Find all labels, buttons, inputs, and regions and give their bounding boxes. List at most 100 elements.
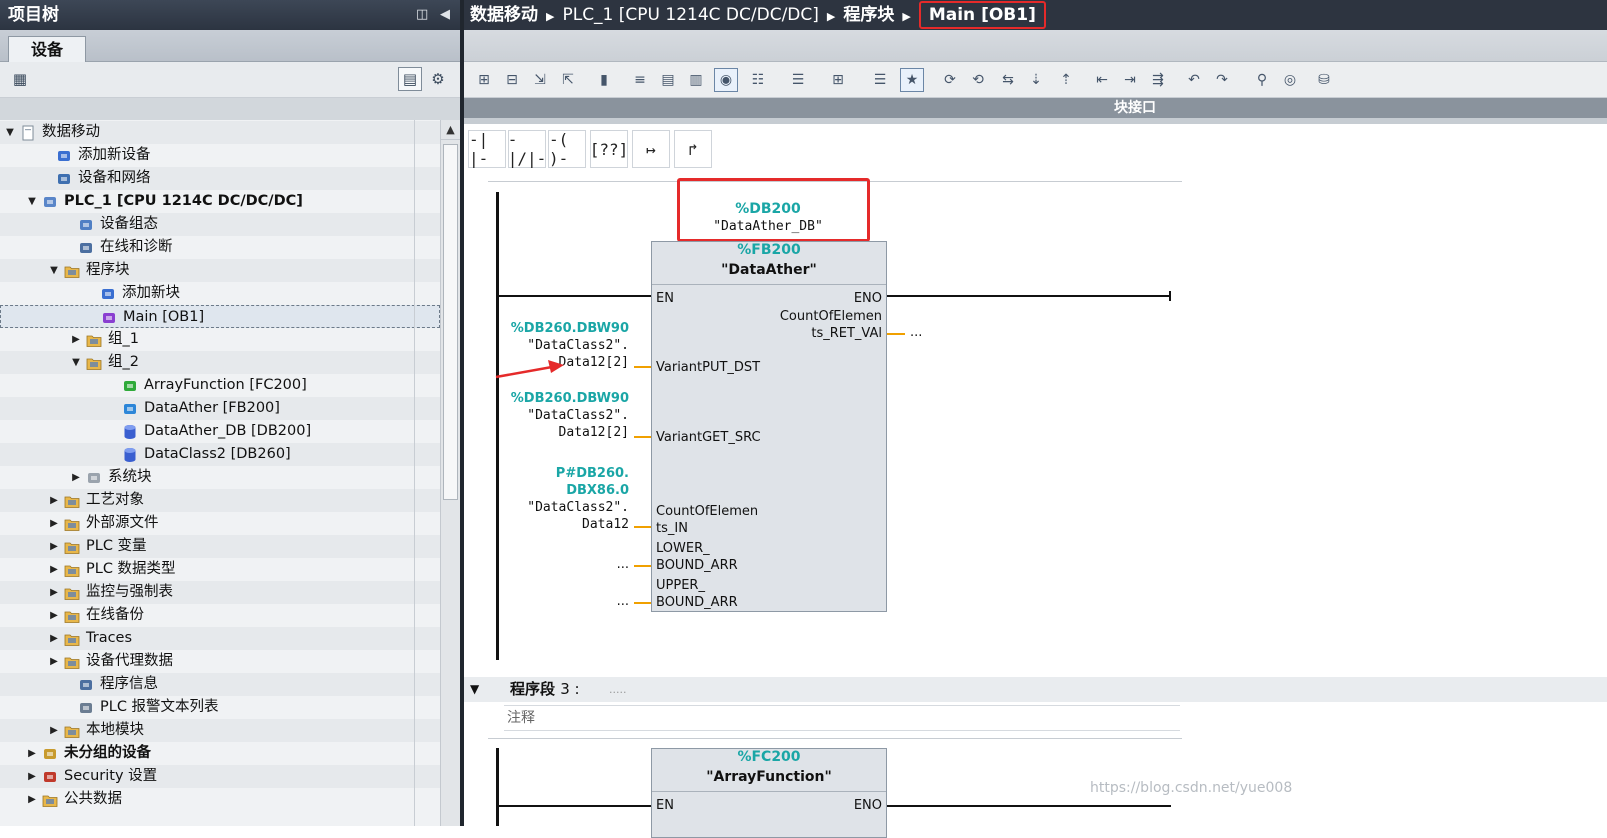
expand-icon[interactable]: ▶ xyxy=(48,581,60,604)
goto2-icon[interactable]: ↷ xyxy=(1210,68,1234,92)
operand-variant-get-src[interactable]: %DB260.DBW90 "DataClass2". Data12[2] xyxy=(511,390,629,441)
network-3-header[interactable]: ▼ 程序段 3 : ..... xyxy=(464,677,1607,702)
expand-icon[interactable]: ▶ xyxy=(70,466,82,489)
collapse-icon[interactable]: ▼ xyxy=(4,121,16,144)
monitor2-icon[interactable]: ⟲ xyxy=(966,68,990,92)
tree-item[interactable]: DataAther_DB [DB200] xyxy=(0,420,440,443)
expand-icon[interactable]: ▶ xyxy=(48,535,60,558)
overview-view-icon[interactable]: ▤ xyxy=(398,67,422,91)
tree-item[interactable]: ▶ 组_1 xyxy=(0,328,440,351)
favorites-icon[interactable]: ★ xyxy=(900,68,924,92)
collapse-icon[interactable]: ▼ xyxy=(26,190,38,213)
screen2-icon[interactable]: ▥ xyxy=(684,68,708,92)
breadcrumb-program-blocks[interactable]: 程序块 xyxy=(843,5,894,25)
expand-icon[interactable]: ▶ xyxy=(48,512,60,535)
fc-box-arrayfunction[interactable]: %FC200 "ArrayFunction" EN ENO xyxy=(651,748,887,838)
tree-item[interactable]: 程序信息 xyxy=(0,673,440,696)
collapse-icon[interactable]: ▼ xyxy=(48,259,60,282)
compare-icon[interactable]: ⇆ xyxy=(996,68,1020,92)
tree-item[interactable]: 在线和诊断 xyxy=(0,236,440,259)
go-online-icon[interactable]: ▮ xyxy=(592,68,616,92)
fb-box-dataather[interactable]: %FB200 "DataAther" EN ENO CountOfElemen … xyxy=(651,241,887,612)
tree-item[interactable]: ▶ 本地模块 xyxy=(0,719,440,742)
tree-item[interactable]: ▼ 程序块 xyxy=(0,259,440,282)
find-icon[interactable]: ⚲ xyxy=(1250,68,1274,92)
watch-icon[interactable]: ◎ xyxy=(1278,68,1302,92)
collapse-network-icon[interactable]: ▼ xyxy=(470,677,479,702)
tree-item[interactable]: ▶ 工艺对象 xyxy=(0,489,440,512)
scroll-up-icon[interactable]: ▲ xyxy=(441,120,460,140)
operand-upper-bound[interactable]: ... xyxy=(617,593,629,610)
expand-icon[interactable]: ▶ xyxy=(48,719,60,742)
step3-icon[interactable]: ⇶ xyxy=(1146,68,1170,92)
tree-item[interactable]: ▶ 外部源文件 xyxy=(0,512,440,535)
scroll-thumb[interactable] xyxy=(443,144,458,500)
network-comment[interactable]: 注释 xyxy=(504,705,1180,731)
expand-icon[interactable]: ▶ xyxy=(26,788,38,811)
empty-box-icon[interactable]: [??] xyxy=(590,130,628,168)
breadcrumb-main-ob1[interactable]: Main [OB1] xyxy=(918,1,1046,29)
expand-icon[interactable]: ▶ xyxy=(26,742,38,765)
block-interface-bar[interactable]: 块接口 xyxy=(464,98,1607,118)
tag-info-icon[interactable]: ⊞ xyxy=(826,68,850,92)
delete-network-icon[interactable]: ⊟ xyxy=(500,68,524,92)
expand-icon[interactable]: ▶ xyxy=(48,627,60,650)
open-branch-icon[interactable]: ↦ xyxy=(632,130,670,168)
breadcrumb-project[interactable]: 数据移动 xyxy=(470,5,538,25)
expand-icon[interactable]: ▶ xyxy=(48,489,60,512)
panel-layout-icon[interactable]: ◫ xyxy=(416,0,428,30)
insert-row-icon[interactable]: ⇲ xyxy=(528,68,552,92)
operand-count-in[interactable]: P#DB260. DBX86.0 "DataClass2". Data12 xyxy=(527,465,629,533)
tree-item[interactable]: 添加新块 xyxy=(0,282,440,305)
tree-item[interactable]: Main [OB1] xyxy=(0,305,440,328)
collapse-panel-icon[interactable]: ◀ xyxy=(440,0,450,30)
insert-network-icon[interactable]: ⊞ xyxy=(472,68,496,92)
goto-icon[interactable]: ↶ xyxy=(1182,68,1206,92)
tree-item[interactable]: ▼ 组_2 xyxy=(0,351,440,374)
step-icon[interactable]: ⇤ xyxy=(1090,68,1114,92)
device-overview-icon[interactable]: ▦ xyxy=(8,67,32,91)
properties-icon[interactable]: ⚙ xyxy=(426,67,450,91)
tree-item[interactable]: DataClass2 [DB260] xyxy=(0,443,440,466)
tree-item[interactable]: 添加新设备 xyxy=(0,144,440,167)
tree-item[interactable]: ▶ 在线备份 xyxy=(0,604,440,627)
tree-scrollbar[interactable]: ▲ xyxy=(440,120,460,826)
tree-item[interactable]: ▶ 系统块 xyxy=(0,466,440,489)
tree-item[interactable]: ▶ PLC 变量 xyxy=(0,535,440,558)
operand-lower-bound[interactable]: ... xyxy=(617,556,629,573)
monitor-icon[interactable]: ⟳ xyxy=(938,68,962,92)
screen-icon[interactable]: ▤ xyxy=(656,68,680,92)
symbol-icon[interactable]: ☰ xyxy=(786,68,810,92)
tab-devices[interactable]: 设备 xyxy=(8,36,86,63)
close-branch-icon[interactable]: ↱ xyxy=(674,130,712,168)
tree-item[interactable]: PLC 报警文本列表 xyxy=(0,696,440,719)
download-icon[interactable]: ⇣ xyxy=(1024,68,1048,92)
tree-item[interactable]: ▶ 公共数据 xyxy=(0,788,440,811)
no-contact-icon[interactable]: -| |- xyxy=(468,130,506,168)
tree-item[interactable]: ▼ 数据移动 xyxy=(0,121,440,144)
db-access-icon[interactable]: ⛁ xyxy=(1312,68,1336,92)
breadcrumb-plc[interactable]: PLC_1 [CPU 1214C DC/DC/DC] xyxy=(562,5,818,25)
tree-item[interactable]: ▶ Security 设置 xyxy=(0,765,440,788)
delete-row-icon[interactable]: ⇱ xyxy=(556,68,580,92)
comment-icon[interactable]: ◉ xyxy=(714,68,738,92)
expand-icon[interactable]: ▶ xyxy=(48,604,60,627)
expand-icon[interactable]: ▶ xyxy=(70,328,82,351)
tree-item[interactable]: ▶ PLC 数据类型 xyxy=(0,558,440,581)
list-view-icon[interactable]: ≡ xyxy=(628,68,652,92)
expand-icon[interactable]: ▶ xyxy=(48,558,60,581)
operand-count-ret[interactable]: ... xyxy=(910,324,922,341)
tree-item[interactable]: 设备和网络 xyxy=(0,167,440,190)
tree-item[interactable]: ▶ 设备代理数据 xyxy=(0,650,440,673)
collapse-icon[interactable]: ▼ xyxy=(70,351,82,374)
tree-item[interactable]: 设备组态 xyxy=(0,213,440,236)
tree-item[interactable]: ▼ PLC_1 [CPU 1214C DC/DC/DC] xyxy=(0,190,440,213)
network-title-placeholder[interactable]: ..... xyxy=(609,677,626,702)
tree-item[interactable]: ▶ Traces xyxy=(0,627,440,650)
tree-item[interactable]: DataAther [FB200] xyxy=(0,397,440,420)
nc-contact-icon[interactable]: -|/|- xyxy=(508,130,546,168)
step2-icon[interactable]: ⇥ xyxy=(1118,68,1142,92)
expand-icon[interactable]: ▶ xyxy=(26,765,38,788)
absolute-address-icon[interactable]: ☷ xyxy=(746,68,770,92)
upload-icon[interactable]: ⇡ xyxy=(1054,68,1078,92)
